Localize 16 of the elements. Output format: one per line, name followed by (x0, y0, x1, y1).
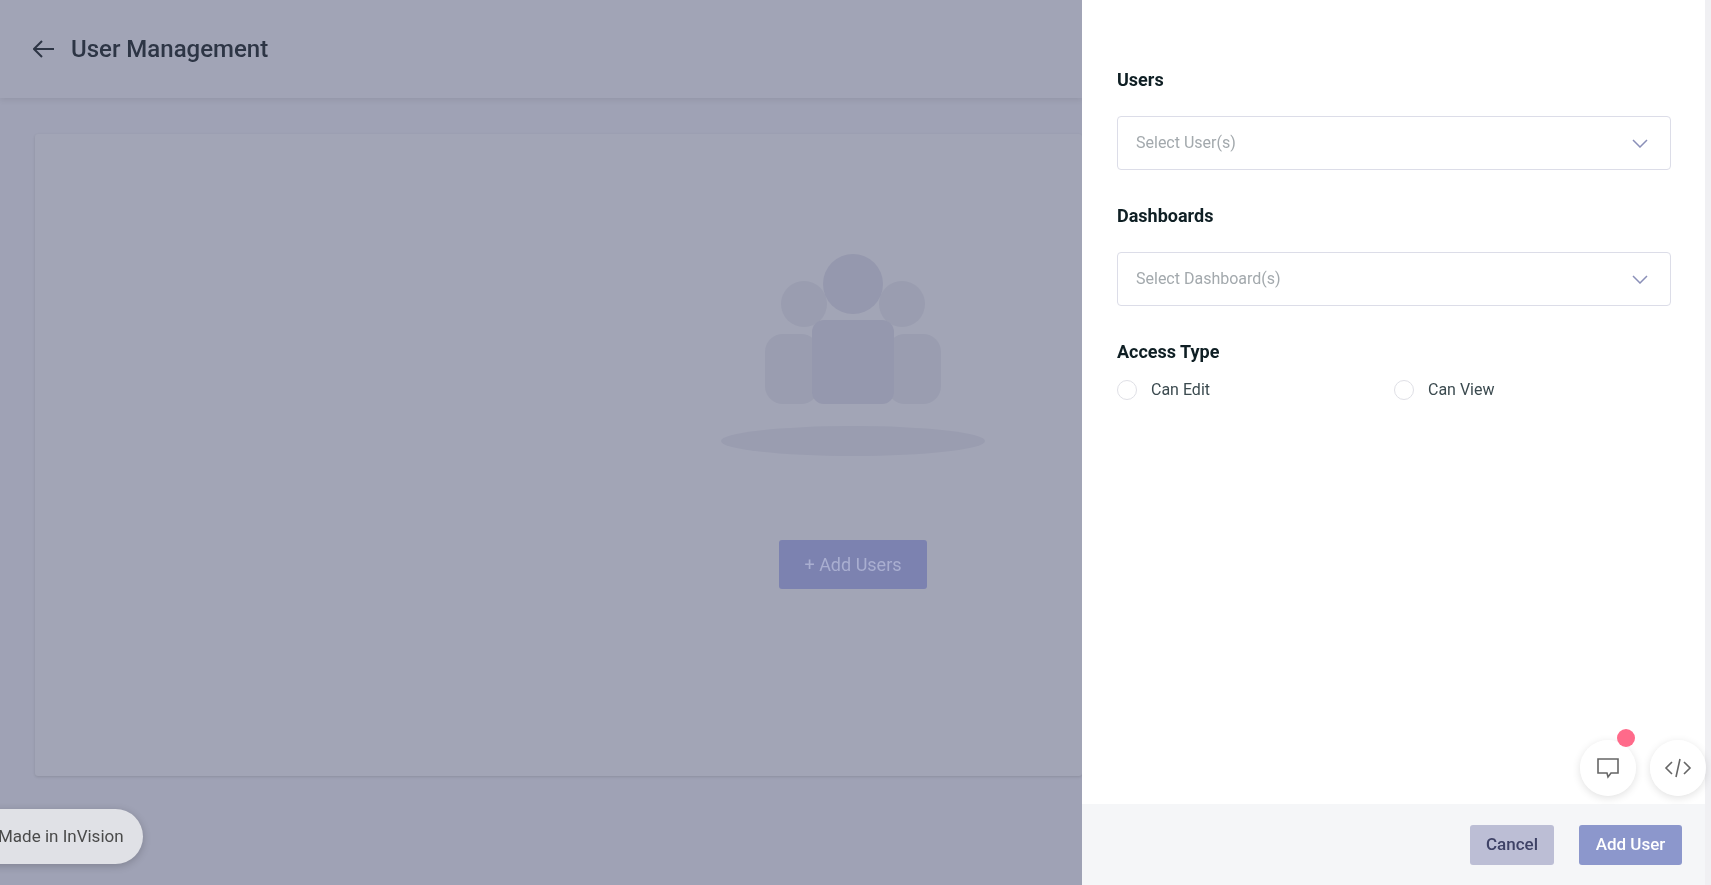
select-field[interactable]: Select User(s) (1117, 116, 1671, 170)
field-label: Access Type (1117, 340, 1221, 364)
field-label: Dashboards (1117, 204, 1215, 228)
radio-label: Can View (1428, 379, 1495, 401)
comment-icon (1596, 757, 1620, 779)
radio-label: Can Edit (1151, 379, 1210, 401)
page-title: User Management (71, 34, 269, 65)
select-field[interactable]: Select Dashboard(s) (1117, 252, 1671, 306)
back-arrow-icon[interactable] (33, 40, 55, 58)
chevron-down-icon (1632, 138, 1648, 148)
field-label: Users (1117, 68, 1165, 92)
add-user-button[interactable]: Add User (1579, 824, 1682, 865)
made-in-invision-badge[interactable]: Made in InVision (0, 809, 143, 864)
cancel-button[interactable]: Cancel (1470, 824, 1554, 865)
code-icon (1664, 758, 1692, 778)
chevron-down-icon (1632, 274, 1648, 284)
